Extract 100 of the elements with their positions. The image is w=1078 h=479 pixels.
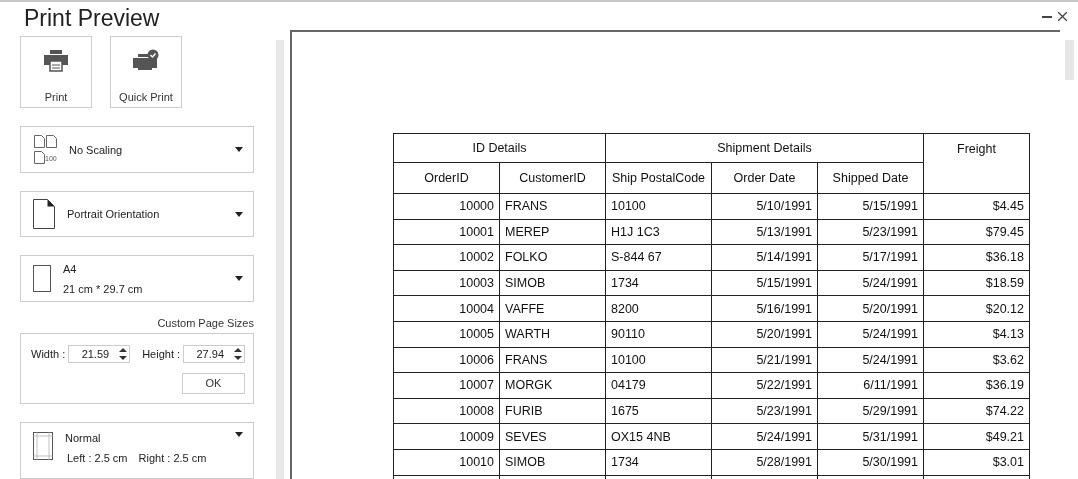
window-title: Print Preview	[24, 5, 161, 33]
table-cell: MORGK	[499, 372, 606, 399]
minimize-icon[interactable]	[1042, 15, 1052, 18]
caret-icon	[235, 147, 243, 152]
section-heading: Custom Page Sizes	[156, 316, 254, 329]
margins-icon	[33, 431, 53, 460]
table-cell: $3.01	[923, 449, 1030, 476]
table-cell: 10009	[393, 423, 500, 450]
table-cell: $49.21	[923, 423, 1030, 450]
group-header: Shipment Details	[605, 133, 924, 163]
table-cell: 5/30/1991	[817, 449, 924, 476]
height-field[interactable]: 27.94	[183, 344, 245, 363]
table-cell: 5/20/1991	[711, 321, 818, 348]
table-cell: WARTH	[499, 321, 606, 348]
table-cell: 10005	[393, 321, 500, 348]
table-cell: FRANS	[499, 347, 606, 373]
table-cell: 5/13/1991	[711, 219, 818, 245]
table-cell: 10001	[393, 219, 500, 245]
table-cell: S-844 67	[605, 244, 712, 271]
table-cell: FURIB	[499, 398, 606, 424]
table-cell: 10008	[393, 398, 500, 424]
ok-button[interactable]: OK	[182, 372, 245, 394]
table-cell: 90110	[605, 321, 712, 348]
table-cell: 5/15/1991	[711, 270, 818, 296]
close-icon[interactable]	[1058, 12, 1067, 21]
width-field[interactable]: 21.59	[68, 344, 131, 363]
table-cell: FOLKO	[499, 244, 606, 271]
table-cell: 10000	[393, 193, 500, 220]
print-button[interactable]: Print	[20, 36, 92, 109]
table-cell: $4.13	[923, 321, 1030, 348]
table-cell: SIMOB	[499, 270, 606, 296]
table-cell: 10004	[393, 295, 500, 322]
paper-dimensions: 21 cm * 29.7 cm	[63, 282, 144, 295]
table-cell: 5/28/1991	[711, 449, 818, 476]
table-cell: $74.22	[923, 398, 1030, 424]
table-cell: 6/11/1991	[817, 372, 924, 399]
table-cell: 1675	[605, 398, 712, 424]
print-button[interactable]: Quick Print	[110, 36, 182, 109]
table-cell: MEREP	[499, 219, 606, 245]
table-cell: 5/23/1991	[711, 398, 818, 424]
table-cell: 5/20/1991	[817, 295, 924, 322]
table-cell: 1734	[605, 449, 712, 476]
column-header: Ship PostalCode	[605, 162, 712, 194]
column-header: Order Date	[711, 162, 818, 194]
table-cell: 5/24/1991	[817, 347, 924, 373]
page-icon	[33, 265, 51, 293]
table-cell: 5/29/1991	[817, 398, 924, 424]
table-cell: 10007	[393, 372, 500, 399]
caret-icon	[235, 431, 243, 437]
table-cell: 5/31/1991	[817, 423, 924, 450]
column-header: Freight	[923, 133, 1030, 194]
width-label: Width :	[31, 347, 66, 360]
group-header: ID Details	[393, 133, 606, 163]
table-cell: H1J 1C3	[605, 219, 712, 245]
table-cell: $4.45	[923, 193, 1030, 220]
margins-dropdown[interactable]: Normal Left : 2.5 cm Right : 2.5 cm	[20, 421, 254, 479]
table-cell: SIMOB	[499, 449, 606, 476]
scrollbar[interactable]	[1065, 40, 1074, 80]
table-cell: 5/24/1991	[817, 321, 924, 348]
table-cell: 5/17/1991	[817, 244, 924, 271]
table-cell: 5/23/1991	[817, 219, 924, 245]
table-cell: 5/22/1991	[711, 372, 818, 399]
table-cell: 1734	[605, 270, 712, 296]
table-cell: 10100	[605, 193, 712, 220]
spinner-arrows-icon[interactable]	[119, 346, 128, 361]
left-margin: Left : 2.5 cm	[67, 451, 128, 464]
table-cell: $36.19	[923, 372, 1030, 399]
table-cell: $18.59	[923, 270, 1030, 296]
caret-icon	[235, 276, 243, 282]
table-cell: $79.45	[923, 219, 1030, 245]
table-cell: 04179	[605, 372, 712, 399]
table-cell: 10010	[393, 449, 500, 476]
table-cell: OX15 4NB	[605, 423, 712, 450]
table-cell: $3.62	[923, 347, 1030, 373]
table-cell: 10100	[605, 347, 712, 373]
table-cell: 10003	[393, 270, 500, 296]
paper-name: A4	[63, 262, 78, 275]
orientation-dropdown[interactable]: Portrait Orientation	[20, 190, 254, 238]
paper-size-dropdown[interactable]: A4 21 cm * 29.7 cm	[20, 255, 254, 302]
table-cell: 5/10/1991	[711, 193, 818, 220]
printer-icon	[43, 49, 69, 74]
spinner-arrows-icon[interactable]	[234, 346, 242, 361]
table-cell: 5/21/1991	[711, 347, 818, 373]
column-header: OrderID	[393, 162, 500, 194]
table-cell: 5/16/1991	[711, 295, 818, 322]
table-cell: $20.12	[923, 295, 1030, 322]
table-cell: 10002	[393, 244, 500, 271]
page-icon	[33, 199, 55, 229]
table-cell: 5/24/1991	[817, 270, 924, 296]
table-cell: FRANS	[499, 193, 606, 220]
table-cell: VAFFE	[499, 295, 606, 322]
column-header: CustomerID	[499, 162, 606, 194]
margin-name: Normal	[65, 431, 102, 444]
table-cell: $36.18	[923, 244, 1030, 271]
table-cell: SEVES	[499, 423, 606, 450]
caret-icon	[235, 211, 243, 217]
table-cell: 8200	[605, 295, 712, 322]
table-cell: 5/14/1991	[711, 244, 818, 271]
table-cell: 10006	[393, 347, 500, 373]
height-label: Height :	[142, 347, 181, 360]
